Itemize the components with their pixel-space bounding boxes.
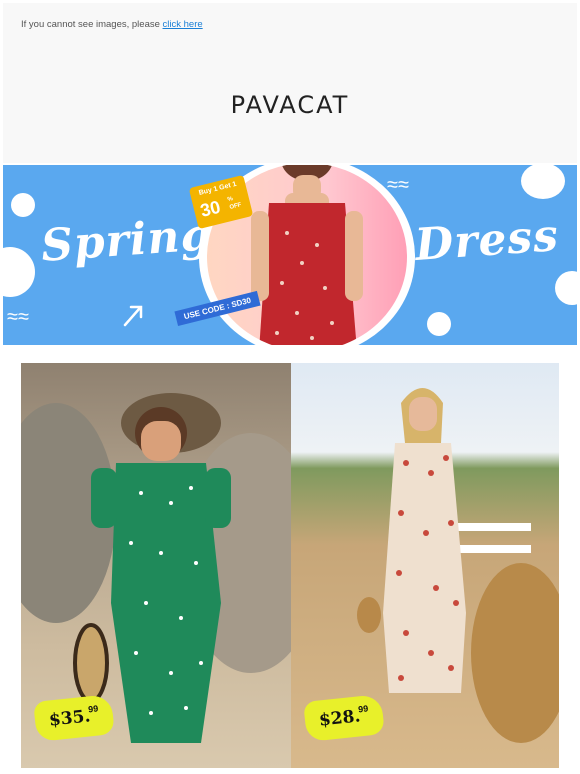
image-notice-text: If you cannot see images, please xyxy=(21,19,163,30)
click-here-link[interactable]: click here xyxy=(163,19,203,30)
price-value: $35. xyxy=(48,706,92,731)
arrow-icon xyxy=(123,305,143,327)
banner-right-word: Dress xyxy=(413,210,561,271)
price-tag: $28. 99 xyxy=(303,694,385,742)
image-notice: If you cannot see images, please click h… xyxy=(21,19,203,30)
price-cents: 99 xyxy=(357,703,369,715)
price-value: $28. xyxy=(318,706,362,731)
promo-off: % OFF xyxy=(227,196,243,211)
decor-circle-1 xyxy=(11,193,35,217)
price-cents: 99 xyxy=(87,703,99,715)
promo-percent: 30 xyxy=(198,196,223,221)
decor-circle-3 xyxy=(521,165,565,199)
spring-dress-banner[interactable]: ≈≈ ≈≈ Spring Dress Buy 1 Get 1 30 % OFF U… xyxy=(3,165,577,345)
price-tag: $35. 99 xyxy=(33,694,115,742)
brand-logo[interactable]: PAVACAT xyxy=(3,91,577,119)
wave-icon: ≈≈ xyxy=(387,174,409,196)
product-card-green-dress[interactable]: $35. 99 xyxy=(21,363,291,768)
decor-circle-4 xyxy=(555,271,577,305)
decor-circle-5 xyxy=(427,312,451,336)
email-header: If you cannot see images, please click h… xyxy=(3,3,577,163)
decor-circle-2 xyxy=(3,247,35,297)
banner-left-word: Spring xyxy=(39,209,214,272)
wave-icon: ≈≈ xyxy=(7,306,29,328)
product-card-floral-dress[interactable]: $28. 99 xyxy=(291,363,559,768)
